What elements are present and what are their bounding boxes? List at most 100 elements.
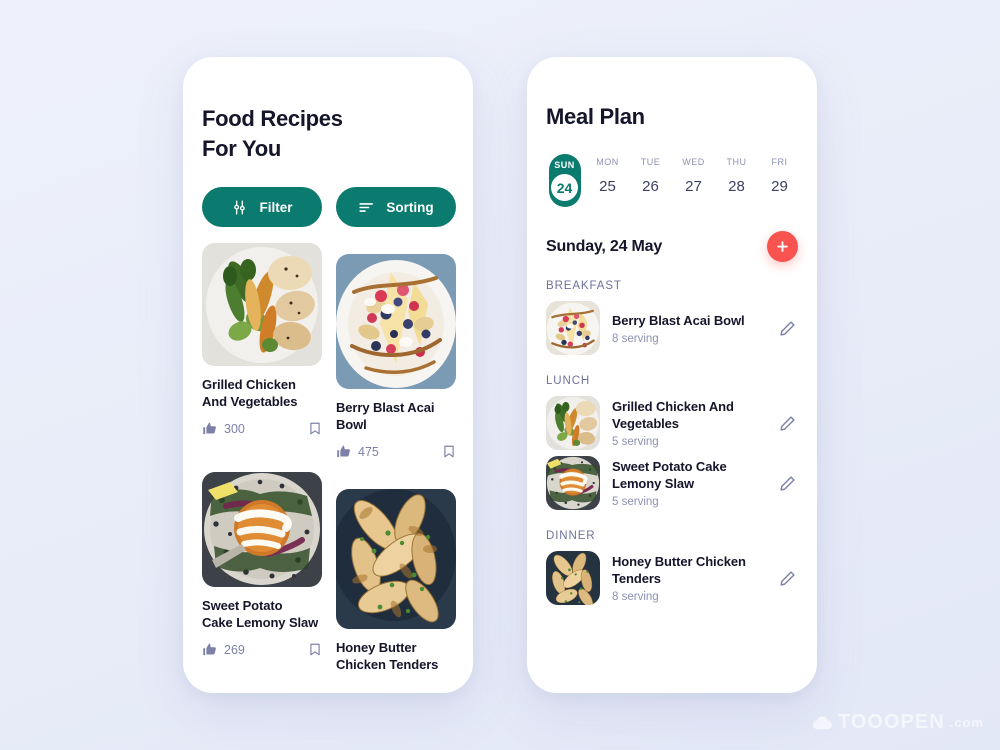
day-number: 26 [642,178,659,195]
watermark: TOOOPEN .com [811,711,984,734]
day-label: WED [682,157,705,167]
recipe-meta: 269 [202,641,322,658]
recipe-thumbnail-grilled-chicken [202,243,322,366]
recipe-thumbnail-berry-blast [336,254,456,389]
like-count-group[interactable]: 475 [336,444,379,459]
meal-image-grilled-chicken [546,396,600,450]
recipe-meta: 300 [202,420,322,437]
meal-plan-title: Meal Plan [546,104,645,129]
recipe-card[interactable]: Sweet Potato Cake Lemony Slaw 269 [202,472,322,658]
recipe-name-line1: Honey Butter [336,640,417,655]
recipes-screen: Food Recipes For You Filter Sorting Gril… [183,57,473,693]
meal-info: Sweet Potato Cake Lemony Slaw 5 serving [612,458,764,508]
tune-icon [234,199,246,215]
recipe-image-honey-butter [336,489,456,629]
day-label: SUN [554,160,575,170]
like-count: 300 [224,421,245,436]
pencil-icon [779,475,795,491]
meal-name: Berry Blast Acai Bowl [612,312,745,328]
like-count-group[interactable]: 300 [202,421,245,436]
meal-servings: 5 serving [612,496,659,508]
filter-button[interactable]: Filter [202,187,322,227]
recipe-name: Grilled Chicken And Vegetables [202,376,322,410]
watermark-domain: .com [949,715,984,730]
meal-sections: BREAKFAST Berry Blast Acai Bowl 8 servin… [527,280,817,605]
page-title-line2: For You [202,136,281,161]
day-label: MON [596,157,619,167]
edit-meal-button[interactable] [776,570,798,587]
sorting-button[interactable]: Sorting [336,187,456,227]
edit-meal-button[interactable] [776,475,798,492]
recipe-name-line2: And Vegetables [202,394,298,409]
recipe-name: Berry Blast Acai Bowl [336,399,456,433]
meal-image-honey-butter [546,551,600,605]
day-item-mon[interactable]: MON 25 [586,154,629,195]
day-item-tue[interactable]: TUE 26 [629,154,672,195]
meal-servings: 5 serving [612,436,659,448]
recipes-header: Food Recipes For You [183,57,473,164]
plus-icon [777,241,788,252]
sorting-button-label: Sorting [386,199,434,215]
edit-meal-button[interactable] [776,415,798,432]
day-item-fri[interactable]: FRI 29 [758,154,801,195]
bookmark-icon[interactable] [442,443,456,460]
day-number: 28 [728,178,745,195]
recipe-name-line2: Cake Lemony Slaw [202,615,319,630]
recipe-image-grilled-chicken [202,243,322,366]
day-label: TUE [640,157,661,167]
meal-item[interactable]: Sweet Potato Cake Lemony Slaw 5 serving [546,456,798,510]
day-selected-pill: SUN 24 [548,154,581,207]
recipe-meta: 475 [336,443,456,460]
like-count-group[interactable]: 269 [202,642,245,657]
day-label: FRI [771,157,788,167]
meal-plan-header: Meal Plan [527,57,817,130]
selected-date: Sunday, 24 May [546,237,663,255]
page-title-line1: Food Recipes [202,106,343,131]
thumbs-up-icon [203,422,216,435]
page-title: Food Recipes For You [202,104,392,164]
meal-item[interactable]: Berry Blast Acai Bowl 8 serving [546,301,798,355]
day-number: 29 [771,178,788,195]
recipe-image-sweet-potato [202,472,322,587]
day-item-thu[interactable]: THU 28 [715,154,758,195]
recipe-name: Sweet Potato Cake Lemony Slaw [202,597,322,631]
bookmark-icon[interactable] [308,641,322,658]
pencil-icon [779,570,795,586]
day-number: 27 [685,178,702,195]
thumbs-up-icon [337,445,350,458]
recipe-name-line1: Sweet Potato [202,598,283,613]
recipe-name-line1: Grilled Chicken [202,377,296,392]
bookmark-icon[interactable] [308,420,322,437]
add-meal-button[interactable] [767,231,798,262]
meal-thumbnail-berry-blast [546,301,600,355]
cloud-icon [812,715,832,729]
like-count: 269 [224,642,245,657]
meal-section-label-breakfast: BREAKFAST [546,280,622,292]
edit-meal-button[interactable] [776,320,798,337]
meal-info: Berry Blast Acai Bowl 8 serving [612,312,764,345]
day-number: 24 [556,179,573,196]
recipe-card[interactable]: Grilled Chicken And Vegetables 300 [202,243,322,437]
meal-item[interactable]: Honey Butter Chicken Tenders 8 serving [546,551,798,605]
watermark-text: TOOOPEN [838,711,945,733]
day-label: THU [726,157,747,167]
meal-name-line2: Tenders [612,571,661,586]
day-selector: SUN 24 MON 25 TUE 26 WED 27 THU 28 FRI 2… [527,130,817,207]
day-number-circle: 24 [551,174,578,201]
meal-item[interactable]: Grilled Chicken And Vegetables 5 serving [546,396,798,450]
recipe-card[interactable]: Berry Blast Acai Bowl 475 [336,254,456,460]
sort-icon [359,202,374,212]
meal-image-berry-blast [546,301,600,355]
recipe-thumbnail-honey-butter [336,489,456,629]
like-count: 475 [358,444,379,459]
meal-info: Grilled Chicken And Vegetables 5 serving [612,398,764,448]
meal-info: Honey Butter Chicken Tenders 8 serving [612,553,764,603]
recipe-card[interactable]: Honey Butter Chicken Tenders [336,489,456,673]
recipe-name-line2: Bowl [336,417,367,432]
day-item-wed[interactable]: WED 27 [672,154,715,195]
day-item-sun[interactable]: SUN 24 [543,154,586,207]
selected-date-row: Sunday, 24 May [527,207,817,262]
meal-servings: 8 serving [612,332,659,345]
pencil-icon [779,415,795,431]
meal-thumbnail-grilled-chicken [546,396,600,450]
